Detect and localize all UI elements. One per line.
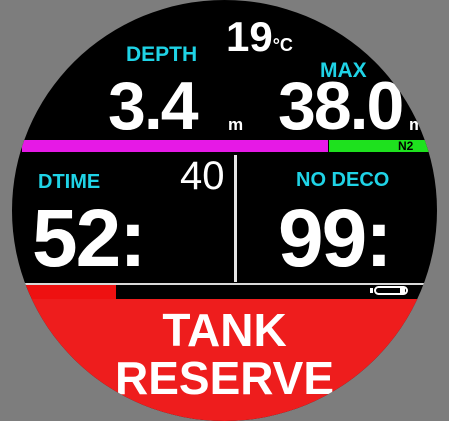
depth-value: 3.4	[108, 68, 199, 144]
dive-computer-screen: 19°C DEPTH MAX 3.4 m 38.0 m N2 DTIME 40 …	[12, 0, 437, 421]
dtime-label: DTIME	[38, 171, 101, 193]
nitrogen-bar-green	[329, 140, 434, 152]
max-depth-value: 38.0	[278, 68, 404, 144]
depth-unit: m	[228, 115, 244, 134]
no-deco-value: 99:	[278, 193, 393, 284]
temperature-readout: 19°C	[226, 16, 293, 58]
battery-fill	[400, 288, 405, 293]
no-deco-label: NO DECO	[296, 169, 390, 191]
vertical-divider	[234, 155, 237, 282]
n2-label: N2	[398, 139, 414, 153]
temperature-value: 19	[226, 13, 273, 60]
depth-label: DEPTH	[126, 43, 198, 66]
alarm-text-tank: TANK	[162, 304, 287, 356]
tank-gauge	[22, 285, 116, 299]
battery-tip	[370, 288, 373, 293]
temperature-unit: °C	[272, 35, 293, 55]
alarm-text-reserve: RESERVE	[114, 352, 335, 404]
dtime-seconds: 40	[180, 154, 225, 198]
battery-icon	[370, 285, 418, 297]
dtime-value: 52:	[32, 193, 147, 284]
max-depth-unit: m	[409, 115, 425, 134]
nitrogen-bar-magenta	[22, 140, 328, 152]
